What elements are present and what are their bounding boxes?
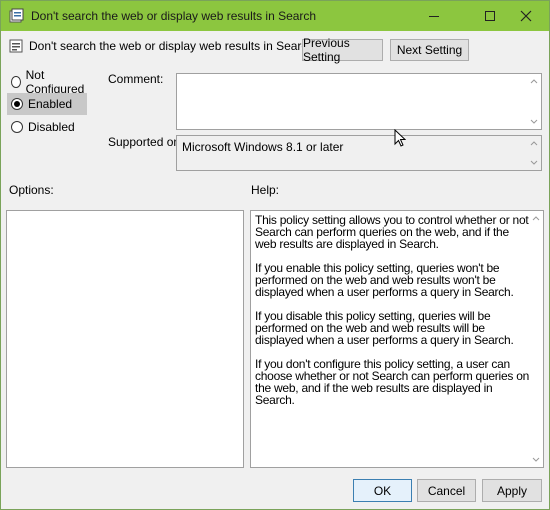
scroll-down-icon[interactable] (532, 457, 540, 463)
radio-button[interactable] (11, 98, 23, 110)
title-bar[interactable]: Don't search the web or display web resu… (1, 1, 549, 31)
help-scrollbar[interactable] (529, 211, 543, 467)
policy-app-icon (9, 8, 24, 23)
help-paragraph: This policy setting allows you to contro… (255, 213, 529, 251)
radio-not-configured[interactable]: Not Configured (7, 68, 87, 96)
help-text: This policy setting allows you to contro… (255, 214, 531, 418)
mouse-cursor-icon (394, 129, 406, 147)
supported-scrollbar[interactable] (527, 136, 541, 170)
radio-button[interactable] (11, 76, 21, 88)
comment-scrollbar[interactable] (527, 74, 541, 129)
minimize-icon (429, 16, 439, 17)
window-title: Don't search the web or display web resu… (31, 9, 317, 23)
radio-label: Enabled (28, 97, 73, 111)
radio-enabled[interactable]: Enabled (7, 93, 87, 115)
maximize-icon (485, 11, 495, 21)
policy-editor-window: Don't search the web or display web resu… (0, 0, 550, 510)
supported-on-label: Supported on: (108, 135, 184, 149)
minimize-button[interactable] (411, 1, 457, 31)
help-panel: This policy setting allows you to contro… (250, 210, 544, 468)
help-paragraph: If you disable this policy setting, quer… (255, 309, 514, 347)
cancel-button[interactable]: Cancel (417, 479, 476, 502)
ok-button[interactable]: OK (353, 479, 412, 502)
radio-label: Disabled (28, 120, 75, 134)
apply-button[interactable]: Apply (482, 479, 542, 502)
radio-button[interactable] (11, 121, 23, 133)
scroll-down-icon[interactable] (530, 119, 538, 125)
scroll-up-icon[interactable] (532, 215, 540, 221)
scroll-up-icon[interactable] (530, 78, 538, 84)
policy-title: Don't search the web or display web resu… (29, 39, 315, 53)
policy-setting-icon (9, 39, 23, 53)
options-label: Options: (9, 183, 54, 197)
radio-disabled[interactable]: Disabled (7, 116, 87, 138)
previous-setting-button[interactable]: Previous Setting (302, 36, 383, 64)
scroll-down-icon[interactable] (530, 160, 538, 166)
supported-on-value: Microsoft Windows 8.1 or later (182, 140, 344, 154)
comment-label: Comment: (108, 72, 164, 86)
comment-textarea[interactable] (176, 73, 542, 130)
next-setting-button[interactable]: Next Setting (390, 39, 469, 61)
supported-on-field: Microsoft Windows 8.1 or later (176, 135, 542, 171)
options-panel (6, 210, 244, 468)
help-paragraph: If you don't configure this policy setti… (255, 357, 530, 407)
help-label: Help: (251, 183, 280, 197)
close-button[interactable] (503, 1, 549, 31)
radio-label: Not Configured (25, 68, 85, 96)
help-paragraph: If you enable this policy setting, queri… (255, 261, 514, 299)
scroll-up-icon[interactable] (530, 140, 538, 146)
close-icon (520, 10, 532, 22)
